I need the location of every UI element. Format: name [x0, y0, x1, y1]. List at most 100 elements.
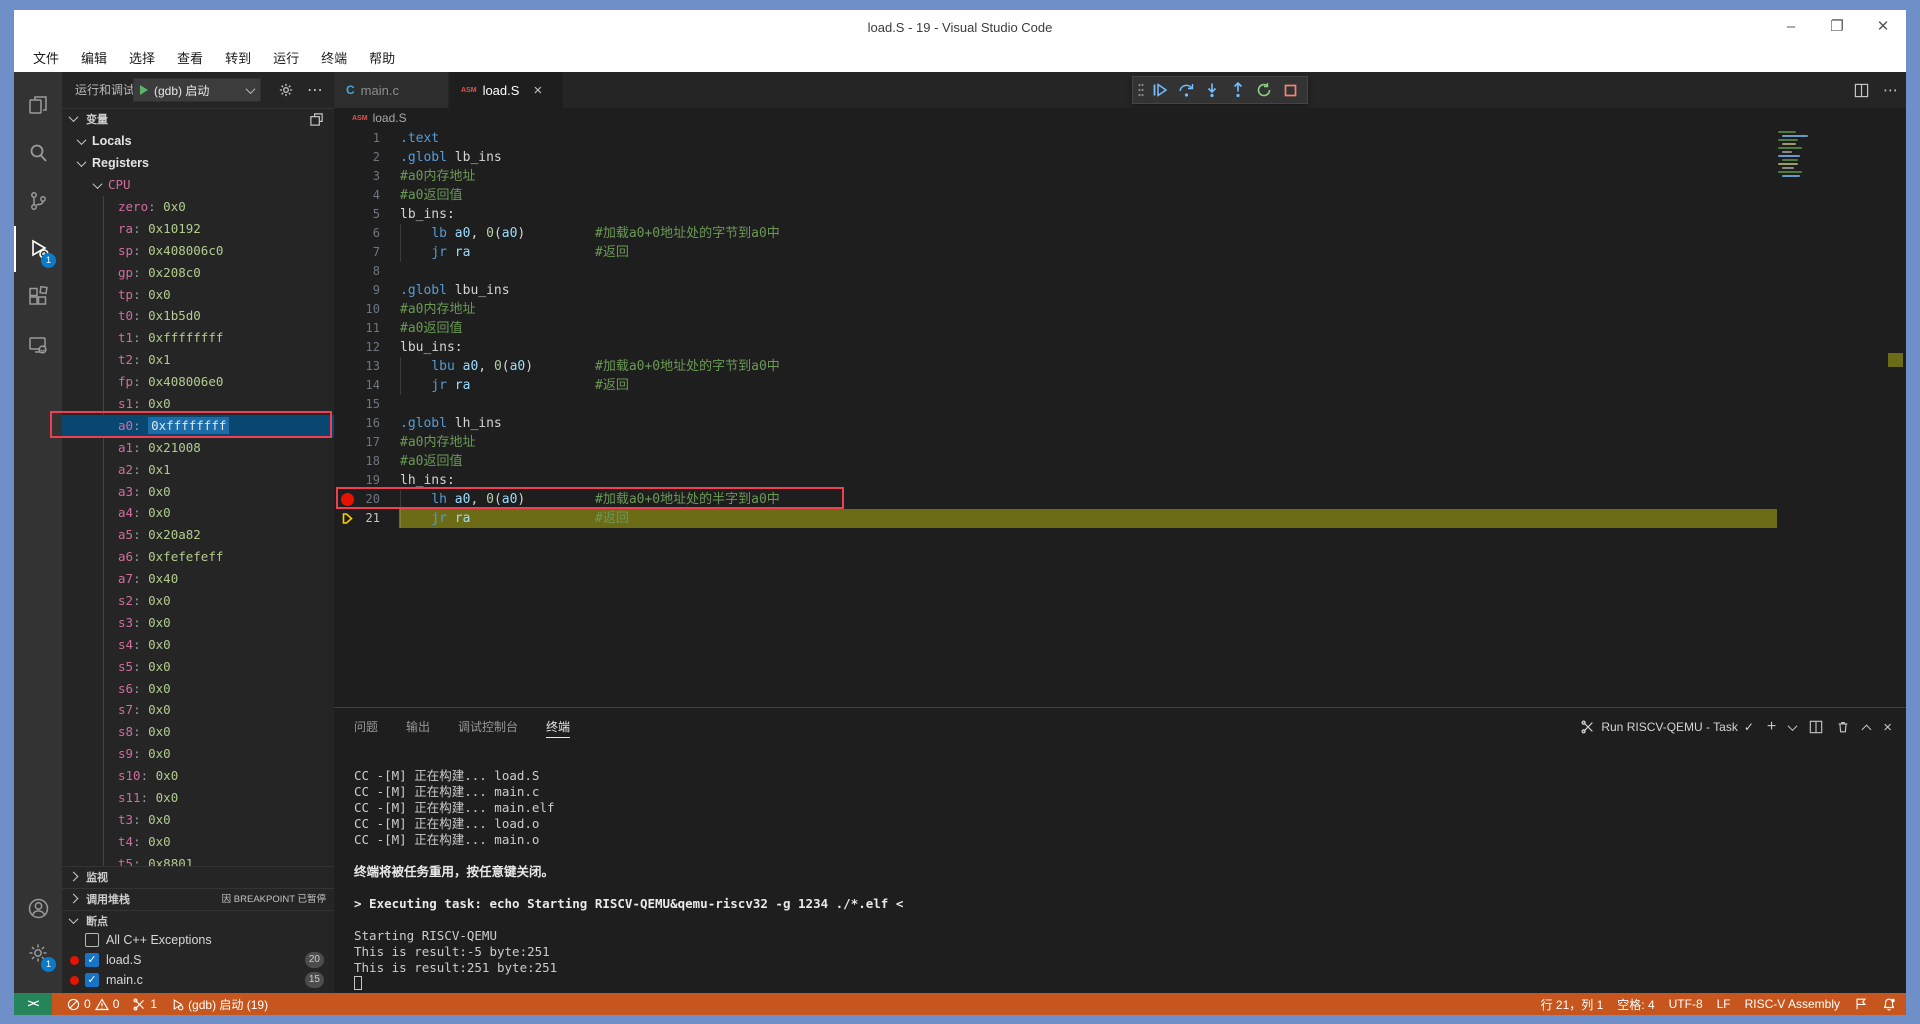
extensions-icon[interactable] — [14, 274, 62, 320]
panel-tab-输出[interactable]: 输出 — [406, 708, 430, 746]
debug-session-status[interactable]: (gdb) 启动 (19) — [164, 993, 275, 1015]
start-debug-icon[interactable] — [140, 85, 148, 95]
views-more-icon[interactable]: ⋯ — [305, 80, 325, 100]
variables-section-header[interactable]: 变量 — [62, 108, 334, 130]
register-row-a0[interactable]: a0: 0xffffffff — [62, 415, 334, 437]
line-number[interactable]: 11 — [334, 319, 380, 338]
collapse-all-icon[interactable] — [309, 112, 324, 127]
panel-tab-终端[interactable]: 终端 — [546, 708, 570, 746]
code-line-8[interactable]: 8 — [334, 262, 1906, 281]
register-row-s3[interactable]: s3: 0x0 — [62, 612, 334, 634]
code-line-4[interactable]: 4#a0返回值 — [334, 186, 1906, 205]
line-number[interactable]: 7 — [334, 243, 380, 262]
code-line-9[interactable]: 9.globl lbu_ins — [334, 281, 1906, 300]
breadcrumb[interactable]: ASM load.S — [334, 108, 1906, 128]
register-row-a4[interactable]: a4: 0x0 — [62, 502, 334, 524]
restore-button[interactable]: ❐ — [1814, 10, 1860, 45]
breakpoint-dot[interactable] — [341, 493, 354, 506]
launch-config-dropdown[interactable]: (gdb) 启动 — [133, 78, 261, 102]
run-debug-icon[interactable]: 1 — [14, 226, 62, 272]
breakpoint-item[interactable]: ✓load.S20 — [62, 950, 334, 970]
call-stack-section-header[interactable]: 调用堆栈 因 BREAKPOINT 已暂停 — [62, 888, 334, 910]
register-row-fp[interactable]: fp: 0x408006e0 — [62, 371, 334, 393]
menu-item[interactable]: 选择 — [118, 45, 166, 72]
menu-item[interactable]: 查看 — [166, 45, 214, 72]
code-line-12[interactable]: 12lbu_ins: — [334, 338, 1906, 357]
line-number[interactable]: 16 — [334, 414, 380, 433]
scope-registers[interactable]: Registers — [62, 152, 334, 174]
close-tab-icon[interactable]: × — [533, 82, 542, 99]
menu-item[interactable]: 编辑 — [70, 45, 118, 72]
code-line-1[interactable]: 1.text — [334, 129, 1906, 148]
split-terminal-icon[interactable] — [1809, 720, 1823, 734]
maximize-panel-icon[interactable] — [1862, 724, 1872, 734]
code-line-2[interactable]: 2.globl lb_ins — [334, 148, 1906, 167]
group-cpu[interactable]: CPU — [62, 174, 334, 196]
eol-status[interactable]: LF — [1710, 993, 1738, 1015]
panel-tab-问题[interactable]: 问题 — [354, 708, 378, 746]
register-row-a7[interactable]: a7: 0x40 — [62, 568, 334, 590]
line-number[interactable]: 17 — [334, 433, 380, 452]
code-line-18[interactable]: 18#a0返回值 — [334, 452, 1906, 471]
code-line-10[interactable]: 10#a0内存地址 — [334, 300, 1906, 319]
source-control-icon[interactable] — [14, 178, 62, 224]
code-line-20[interactable]: 20 lh a0, 0(a0)#加载a0+0地址处的半字到a0中 — [334, 490, 1906, 509]
register-row-t5[interactable]: t5: 0x8801 — [62, 853, 334, 866]
code-line-14[interactable]: 14 jr ra#返回 — [334, 376, 1906, 395]
breakpoint-item[interactable]: All C++ Exceptions — [62, 930, 334, 950]
line-number[interactable]: 6 — [334, 224, 380, 243]
feedback-icon[interactable] — [1847, 993, 1875, 1015]
register-row-gp[interactable]: gp: 0x208c0 — [62, 262, 334, 284]
scope-locals[interactable]: Locals — [62, 130, 334, 152]
register-row-a5[interactable]: a5: 0x20a82 — [62, 524, 334, 546]
problems-status[interactable]: 0 0 — [60, 993, 126, 1015]
register-row-t3[interactable]: t3: 0x0 — [62, 809, 334, 831]
register-row-s10[interactable]: s10: 0x0 — [62, 765, 334, 787]
register-row-a6[interactable]: a6: 0xfefefeff — [62, 546, 334, 568]
code-editor[interactable]: 1.text2.globl lb_ins3#a0内存地址4#a0返回值5lb_i… — [334, 128, 1906, 707]
step-over-button[interactable] — [1173, 78, 1199, 102]
register-row-s1[interactable]: s1: 0x0 — [62, 393, 334, 415]
line-number[interactable]: 12 — [334, 338, 380, 357]
menu-item[interactable]: 终端 — [310, 45, 358, 72]
line-number[interactable]: 19 — [334, 471, 380, 490]
code-line-13[interactable]: 13 lbu a0, 0(a0)#加载a0+0地址处的字节到a0中 — [334, 357, 1906, 376]
editor-tab-load.S[interactable]: ASMload.S× — [449, 72, 564, 108]
breakpoint-checkbox[interactable]: ✓ — [85, 953, 99, 967]
line-number[interactable]: 1 — [334, 129, 380, 148]
line-number[interactable]: 10 — [334, 300, 380, 319]
line-number[interactable]: 8 — [334, 262, 380, 281]
kill-terminal-icon[interactable] — [1836, 720, 1850, 734]
running-tasks-status[interactable]: 1 — [126, 993, 164, 1015]
restart-button[interactable] — [1251, 78, 1277, 102]
code-line-7[interactable]: 7 jr ra#返回 — [334, 243, 1906, 262]
code-line-17[interactable]: 17#a0内存地址 — [334, 433, 1906, 452]
code-line-19[interactable]: 19lh_ins: — [334, 471, 1906, 490]
gear-icon[interactable] — [276, 80, 296, 100]
register-row-s5[interactable]: s5: 0x0 — [62, 656, 334, 678]
explorer-icon[interactable] — [14, 82, 62, 128]
code-line-5[interactable]: 5lb_ins: — [334, 205, 1906, 224]
toolbar-drag-grip[interactable] — [1137, 82, 1145, 98]
panel-tab-调试控制台[interactable]: 调试控制台 — [458, 708, 518, 746]
watch-section-header[interactable]: 监视 — [62, 866, 334, 888]
minimize-button[interactable]: – — [1768, 10, 1814, 45]
line-number[interactable]: 14 — [334, 376, 380, 395]
menu-item[interactable]: 文件 — [22, 45, 70, 72]
code-line-11[interactable]: 11#a0返回值 — [334, 319, 1906, 338]
language-mode-status[interactable]: RISC-V Assembly — [1738, 993, 1847, 1015]
search-icon[interactable] — [14, 130, 62, 176]
more-actions-icon[interactable]: ⋯ — [1883, 81, 1898, 99]
breakpoint-checkbox[interactable] — [85, 933, 99, 947]
remote-indicator[interactable]: >< — [14, 993, 52, 1015]
register-row-s2[interactable]: s2: 0x0 — [62, 590, 334, 612]
notifications-bell-icon[interactable] — [1875, 993, 1906, 1015]
line-number[interactable]: 4 — [334, 186, 380, 205]
new-terminal-icon[interactable]: + — [1767, 718, 1776, 736]
register-row-a2[interactable]: a2: 0x1 — [62, 459, 334, 481]
register-row-t0[interactable]: t0: 0x1b5d0 — [62, 305, 334, 327]
register-row-s9[interactable]: s9: 0x0 — [62, 743, 334, 765]
line-number[interactable]: 5 — [334, 205, 380, 224]
register-row-s11[interactable]: s11: 0x0 — [62, 787, 334, 809]
terminal-dropdown-icon[interactable] — [1788, 721, 1798, 731]
